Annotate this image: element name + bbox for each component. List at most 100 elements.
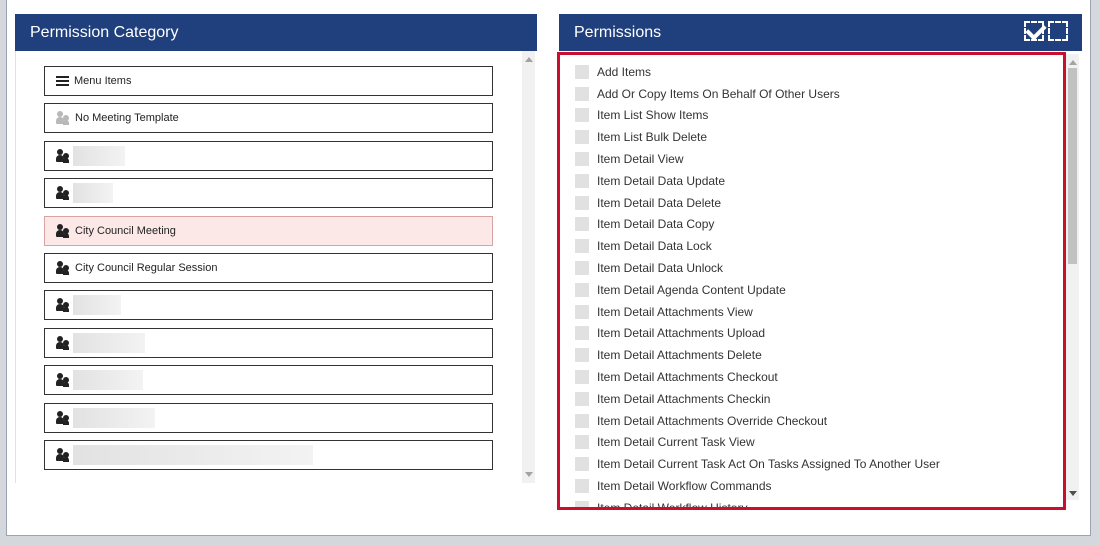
permission-item[interactable]: Item Detail Data Copy xyxy=(575,214,1055,236)
people-icon xyxy=(56,335,70,350)
permission-item[interactable]: Item Detail Workflow History xyxy=(575,497,1055,507)
permission-item[interactable]: Item Detail Workflow Commands xyxy=(575,475,1055,497)
permission-checkbox[interactable] xyxy=(575,413,589,428)
category-item[interactable] xyxy=(44,439,493,470)
permission-item[interactable]: Item Detail Attachments Delete xyxy=(575,344,1055,366)
permission-checkbox[interactable] xyxy=(575,217,589,232)
scroll-down-arrow-icon[interactable] xyxy=(525,472,533,477)
menu-icon xyxy=(56,76,69,86)
permission-item[interactable]: Item Detail Agenda Content Update xyxy=(575,279,1055,301)
redacted-label xyxy=(73,145,125,166)
category-item[interactable] xyxy=(44,365,493,396)
redacted-label xyxy=(73,370,143,391)
permission-checkbox[interactable] xyxy=(575,108,589,123)
permission-item[interactable]: Add Or Copy Items On Behalf Of Other Use… xyxy=(575,83,1055,105)
people-icon xyxy=(56,298,70,312)
permission-checkbox[interactable] xyxy=(575,86,589,101)
scroll-up-arrow-icon[interactable] xyxy=(525,57,533,62)
bottom-bar xyxy=(0,536,1100,546)
permission-category-list-container: Menu Items No Meeting Template City Counci… xyxy=(15,51,538,483)
permission-item[interactable]: Item Detail Attachments Upload xyxy=(575,323,1055,345)
permission-label: Item Detail Data Delete xyxy=(597,195,722,210)
permission-checkbox[interactable] xyxy=(575,348,589,363)
permission-item[interactable]: Item Detail Data Update xyxy=(575,170,1055,192)
header-actions xyxy=(1024,21,1068,41)
permission-item[interactable]: Add Items xyxy=(575,61,1055,83)
category-item[interactable] xyxy=(44,402,493,433)
permission-label: Item Detail Attachments Upload xyxy=(597,326,766,341)
redacted-label xyxy=(73,444,313,465)
permission-item[interactable]: Item Detail Attachments Checkin xyxy=(575,388,1055,410)
permission-checkbox[interactable] xyxy=(575,391,589,406)
permission-checkbox[interactable] xyxy=(575,195,589,210)
permission-label: Item Detail Data Copy xyxy=(597,217,715,232)
permission-checkbox[interactable] xyxy=(575,282,589,297)
people-icon xyxy=(56,260,70,275)
permission-checkbox[interactable] xyxy=(575,64,589,79)
permission-label: Item Detail Data Update xyxy=(597,173,726,188)
permission-label: Item List Bulk Delete xyxy=(597,130,708,145)
permission-checkbox[interactable] xyxy=(575,457,589,472)
permission-item[interactable]: Item Detail Data Lock xyxy=(575,235,1055,257)
permission-checkbox[interactable] xyxy=(575,500,589,507)
category-item[interactable]: City Council Regular Session xyxy=(44,252,493,283)
check-all-icon[interactable] xyxy=(1024,21,1044,41)
permission-item[interactable]: Item Detail Attachments Checkout xyxy=(575,366,1055,388)
category-scrollbar[interactable] xyxy=(522,51,535,483)
people-icon xyxy=(56,186,70,200)
uncheck-all-icon[interactable] xyxy=(1048,21,1068,41)
scroll-down-arrow-icon[interactable] xyxy=(1069,491,1077,496)
category-item[interactable] xyxy=(44,178,493,209)
redacted-label xyxy=(73,332,145,353)
permission-label: Item Detail View xyxy=(597,152,684,167)
scroll-up-arrow-icon[interactable] xyxy=(1069,60,1077,65)
permission-label: Item Detail Agenda Content Update xyxy=(597,282,786,297)
permission-item[interactable]: Item List Show Items xyxy=(575,105,1055,127)
category-item-label: City Council Meeting xyxy=(75,224,176,237)
permission-category-list: Menu Items No Meeting Template City Counci… xyxy=(44,66,493,477)
category-item[interactable]: Menu Items xyxy=(44,66,493,96)
people-icon xyxy=(56,148,70,163)
permission-label: Item Detail Attachments Override Checkou… xyxy=(597,413,828,428)
permissions-scrollbar[interactable] xyxy=(1066,54,1079,500)
permission-checkbox[interactable] xyxy=(575,130,589,145)
permission-checkbox[interactable] xyxy=(575,370,589,385)
people-icon xyxy=(56,447,70,462)
permission-checkbox[interactable] xyxy=(575,152,589,167)
people-icon xyxy=(56,111,70,125)
permission-label: Item Detail Attachments Delete xyxy=(597,348,762,363)
permission-label: Item Detail Attachments Checkin xyxy=(597,391,771,406)
permission-label: Item Detail Data Lock xyxy=(597,239,712,254)
permission-item[interactable]: Item Detail Current Task Act On Tasks As… xyxy=(575,453,1055,475)
permission-item[interactable]: Item Detail Data Delete xyxy=(575,192,1055,214)
category-item[interactable] xyxy=(44,327,493,358)
permission-item[interactable]: Item List Bulk Delete xyxy=(575,126,1055,148)
permission-category-title: Permission Category xyxy=(30,24,179,41)
permission-label: Item Detail Workflow Commands xyxy=(597,479,772,494)
category-item[interactable]: No Meeting Template xyxy=(44,103,493,134)
permission-item[interactable]: Item Detail Attachments View xyxy=(575,301,1055,323)
permission-label: Item Detail Current Task Act On Tasks As… xyxy=(597,457,940,472)
permission-checkbox[interactable] xyxy=(575,261,589,276)
permissions-list-container: Add Items Add Or Copy Items On Behalf Of … xyxy=(557,52,1066,510)
permission-checkbox[interactable] xyxy=(575,239,589,254)
scrollbar-thumb[interactable] xyxy=(1068,68,1077,264)
people-icon xyxy=(56,410,70,425)
permission-item[interactable]: Item Detail Attachments Override Checkou… xyxy=(575,410,1055,432)
category-item[interactable]: City Council Meeting xyxy=(44,215,493,246)
category-item[interactable] xyxy=(44,290,493,321)
permissions-title: Permissions xyxy=(574,24,662,41)
permission-checkbox[interactable] xyxy=(575,326,589,341)
category-item[interactable] xyxy=(44,140,493,171)
permission-checkbox[interactable] xyxy=(575,173,589,188)
redacted-label xyxy=(73,183,113,204)
permission-checkbox[interactable] xyxy=(575,479,589,494)
permission-label: Item List Show Items xyxy=(597,108,709,123)
category-item-label: No Meeting Template xyxy=(75,112,179,125)
permission-item[interactable]: Item Detail Data Unlock xyxy=(575,257,1055,279)
permission-checkbox[interactable] xyxy=(575,435,589,450)
permission-checkbox[interactable] xyxy=(575,304,589,319)
permission-item[interactable]: Item Detail View xyxy=(575,148,1055,170)
permission-label: Item Detail Current Task View xyxy=(597,435,755,450)
permission-item[interactable]: Item Detail Current Task View xyxy=(575,432,1055,454)
